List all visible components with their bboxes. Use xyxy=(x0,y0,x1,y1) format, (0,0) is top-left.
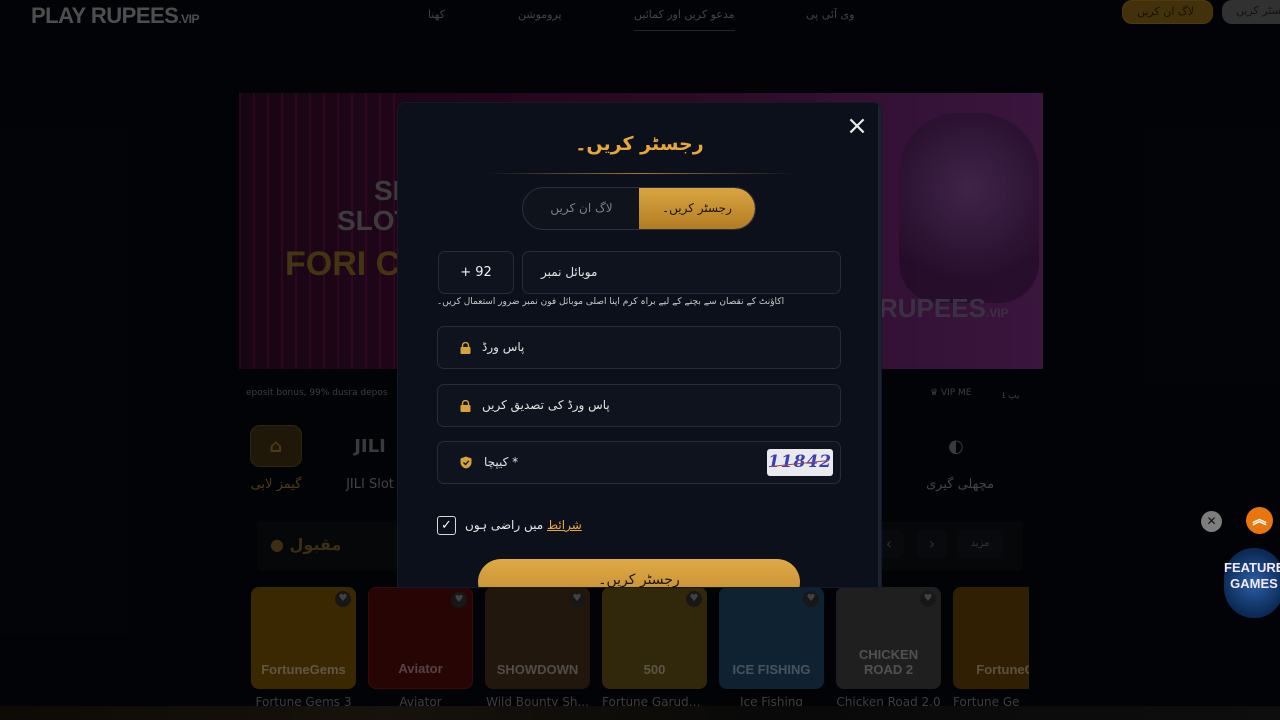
banner-logo-suffix: .VIP xyxy=(985,306,1009,320)
mobile-number-placeholder: موبائل نمبر xyxy=(541,265,598,279)
heart-icon[interactable]: ♥ xyxy=(335,591,351,607)
category-fishing[interactable]: ◐ مچھلی گیری xyxy=(926,425,995,493)
game-art-text: FortuneG xyxy=(976,662,1029,677)
scroll-top-button[interactable]: ︽ xyxy=(1246,507,1273,534)
header-register-button[interactable]: رجسٹر کریں xyxy=(1222,0,1280,24)
site-logo[interactable]: PLAY RUPEES.VIP xyxy=(31,3,200,29)
chevron-left-icon: ‹ xyxy=(885,534,893,553)
featured-games-widget[interactable]: FEATURED GAMES xyxy=(1224,548,1280,618)
game-card[interactable]: ♥ Aviator Aviator xyxy=(368,587,473,709)
heart-icon[interactable]: ♥ xyxy=(686,591,702,607)
check-icon: ✓ xyxy=(441,518,452,533)
confirm-password-field[interactable]: پاس ورڈ کی تصدیق کریں xyxy=(437,384,841,427)
game-art-text: 500 xyxy=(643,662,666,677)
country-code-select[interactable]: + 92 xyxy=(438,251,514,294)
banner-line-3: FORI C xyxy=(285,245,401,283)
close-icon: ✕ xyxy=(1206,514,1217,528)
mobile-number-field[interactable]: موبائل نمبر xyxy=(522,251,841,294)
shield-icon xyxy=(460,456,472,469)
home-icon: ⌂ xyxy=(250,425,302,467)
game-thumbnail: ♥ FortuneGems xyxy=(251,587,356,689)
heart-icon[interactable]: ♥ xyxy=(451,592,467,608)
game-thumbnail: ♥ Aviator xyxy=(368,587,473,689)
tab-login[interactable]: لاگ ان کریں xyxy=(523,188,640,229)
agree-prefix: میں راضی ہوں xyxy=(465,518,544,532)
game-card[interactable]: ♥ ICE FISHING Ice Fishing xyxy=(719,587,824,709)
password-placeholder: پاس ورڈ xyxy=(482,340,525,354)
tab-register[interactable]: رجسٹر کریں۔ xyxy=(639,188,755,229)
vip-member-link[interactable]: ♛ VIP ME xyxy=(930,388,972,398)
category-label: JILI Slot xyxy=(346,477,394,492)
banner-mascot-illustration xyxy=(899,113,1039,303)
game-art-text: CHICKEN ROAD 2 xyxy=(858,647,919,677)
close-widget-button[interactable]: ✕ xyxy=(1201,511,1222,532)
banner-logo-text: RUPEES xyxy=(879,293,986,323)
game-card[interactable]: FortuneG Fortune Ge xyxy=(953,587,1029,709)
confirm-password-placeholder: پاس ورڈ کی تصدیق کریں xyxy=(482,398,610,412)
game-card[interactable]: ♥ FortuneGems Fortune Gems 3 xyxy=(251,587,356,709)
logo-text: PLAY RUPEES xyxy=(31,3,179,28)
title-divider xyxy=(486,173,796,174)
logo-suffix: .VIP xyxy=(178,12,200,26)
captcha-placeholder: کیپچا * xyxy=(484,455,519,469)
nav-item-vip[interactable]: وی آئی پی xyxy=(806,8,854,21)
heart-icon[interactable]: ♥ xyxy=(920,591,936,607)
register-modal: × رجسٹر کریں۔ لاگ ان کریں رجسٹر کریں۔ + … xyxy=(398,103,881,587)
game-card[interactable]: ♥ SHOWDOWN Wild Bounty Sh... xyxy=(485,587,590,709)
heart-icon[interactable]: ♥ xyxy=(803,591,819,607)
game-art-text: ICE FISHING xyxy=(732,662,811,677)
game-thumbnail: ♥ CHICKEN ROAD 2 xyxy=(836,587,941,689)
download-icon: ⭳ xyxy=(1002,391,1006,401)
phone-hint: اکاؤنٹ کے نقصان سے بچنے کے لیے براہ کرم … xyxy=(437,297,785,307)
category-jili-slot[interactable]: JILI JILI Slot xyxy=(340,425,400,493)
more-button[interactable]: مزید xyxy=(958,530,1002,558)
banner-logo: RUPEES.VIP xyxy=(879,293,1009,324)
game-thumbnail: ♥ SHOWDOWN xyxy=(485,587,590,689)
double-chevron-up-icon: ︽ xyxy=(1252,512,1267,528)
bottom-strip xyxy=(0,706,1280,720)
fire-icon: ● xyxy=(270,535,284,554)
password-field[interactable]: پاس ورڈ xyxy=(437,326,841,369)
game-art-text: Aviator xyxy=(398,661,443,676)
game-art-text: SHOWDOWN xyxy=(496,662,579,677)
popular-title: ● مقبول xyxy=(270,535,341,554)
captcha-image[interactable]: 11842 xyxy=(767,449,833,476)
game-thumbnail: FortuneG xyxy=(953,587,1029,689)
lock-icon xyxy=(460,400,471,412)
game-card[interactable]: ♥ CHICKEN ROAD 2 Chicken Road 2.0 xyxy=(836,587,941,709)
terms-link[interactable]: شرائط xyxy=(547,518,582,532)
next-arrow-button[interactable]: › xyxy=(917,530,947,558)
modal-title: رجسٹر کریں۔ xyxy=(575,133,704,155)
app-label: یپ xyxy=(1008,391,1020,401)
category-label: گیمز لابی xyxy=(250,477,302,492)
captcha-field[interactable]: کیپچا * 11842 xyxy=(437,441,841,484)
top-navigation: PLAY RUPEES.VIP کھنا پروموشن مدعو کریں ا… xyxy=(0,0,1280,40)
nav-item-invite[interactable]: مدعو کریں اور کمائیں xyxy=(634,8,735,31)
lock-icon xyxy=(460,342,471,354)
chevron-right-icon: › xyxy=(928,534,936,553)
game-thumbnail: ♥ 500 xyxy=(602,587,707,689)
download-app-link[interactable]: ⭳ یپ xyxy=(1002,388,1019,404)
auth-tabs: لاگ ان کریں رجسٹر کریں۔ xyxy=(522,187,756,230)
fish-icon: ◐ xyxy=(948,435,964,457)
jili-logo-icon: JILI xyxy=(354,435,386,457)
game-thumbnail: ♥ ICE FISHING xyxy=(719,587,824,689)
header-login-button[interactable]: لاگ ان کریں xyxy=(1122,0,1213,24)
heart-icon[interactable]: ♥ xyxy=(569,591,585,607)
terms-text: شرائط میں راضی ہوں xyxy=(465,518,582,532)
category-label: مچھلی گیری xyxy=(926,477,995,492)
announcement-ticker: eposit bonus, 99% dusra depos xyxy=(246,388,388,398)
terms-checkbox[interactable]: ✓ xyxy=(437,516,456,535)
nav-item-1[interactable]: کھنا xyxy=(428,8,445,21)
game-card[interactable]: ♥ 500 Fortune Garuda... xyxy=(602,587,707,709)
vip-member-label: VIP ME xyxy=(940,388,972,398)
modal-edge xyxy=(878,103,881,587)
category-games-lobby[interactable]: ⌂ گیمز لابی xyxy=(246,425,306,492)
page: PLAY RUPEES.VIP کھنا پروموشن مدعو کریں ا… xyxy=(0,0,1280,720)
popular-title-text: مقبول xyxy=(289,535,342,554)
register-submit-button[interactable]: رجسٹر کریں۔ xyxy=(478,559,800,587)
nav-item-promotion[interactable]: پروموشن xyxy=(518,8,562,21)
game-art-text: FortuneGems xyxy=(261,662,346,677)
